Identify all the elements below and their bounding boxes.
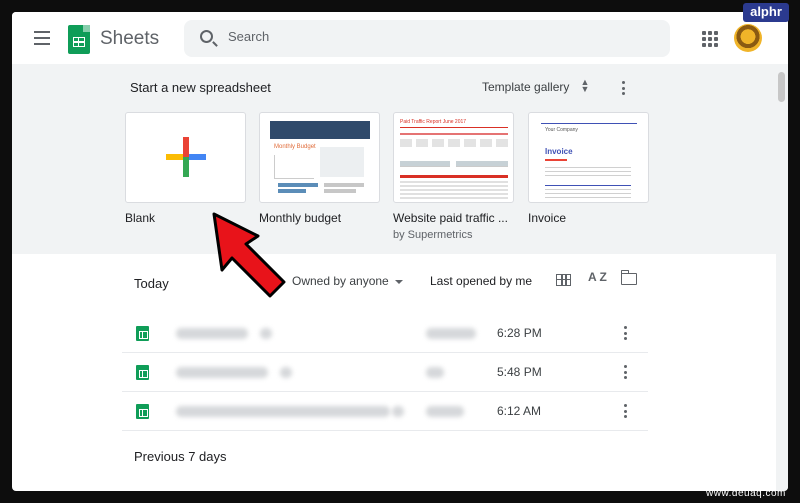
file-more-icon[interactable] (624, 404, 628, 420)
vertical-scrollbar[interactable] (776, 64, 788, 491)
template-author: by Supermetrics (393, 229, 473, 241)
file-last-opened: 5:48 PM (497, 365, 542, 379)
file-more-icon[interactable] (624, 365, 628, 381)
sort-by-dropdown[interactable]: Last opened by me (430, 274, 532, 288)
thumb-invoice-title: Invoice (545, 147, 573, 156)
owner-filter-dropdown[interactable]: Owned by anyone (292, 274, 403, 288)
alphr-badge: alphr (743, 3, 789, 22)
template-thumbnail[interactable]: Your Company Invoice (528, 112, 649, 203)
top-header: Sheets (12, 12, 788, 64)
template-invoice[interactable]: Your Company Invoice Invoice (528, 112, 649, 225)
red-arrow-annotation (212, 212, 286, 298)
blurred-shared-icon (392, 406, 404, 417)
owner-filter-label: Owned by anyone (292, 274, 389, 288)
watermark-text: www.deuaq.com (706, 488, 786, 499)
template-thumbnail[interactable]: Paid Traffic Report June 2017 (393, 112, 514, 203)
thumb-budget-title: Monthly Budget (274, 144, 316, 150)
hamburger-menu-icon[interactable] (34, 31, 50, 45)
plus-icon (166, 137, 206, 177)
file-row[interactable]: 6:12 AM (122, 392, 648, 431)
file-more-icon[interactable] (624, 326, 628, 342)
thumb-invoice-company: Your Company (545, 127, 578, 133)
sheets-logo-icon[interactable] (68, 25, 90, 54)
template-name: Invoice (528, 211, 567, 225)
grid-view-icon[interactable] (556, 274, 571, 286)
unfold-more-icon[interactable]: ▲ ▼ (580, 78, 590, 95)
thumb-traffic-title: Paid Traffic Report June 2017 (400, 119, 467, 125)
open-file-picker-icon[interactable] (620, 270, 637, 285)
template-thumbnail[interactable] (125, 112, 246, 203)
template-blank[interactable]: Blank (125, 112, 246, 225)
search-icon[interactable] (200, 30, 213, 43)
blurred-file-name (176, 367, 268, 378)
section-previous-7-days: Previous 7 days (134, 449, 227, 464)
blurred-file-name (176, 406, 390, 417)
google-apps-icon[interactable] (702, 31, 718, 47)
file-last-opened: 6:12 AM (497, 404, 542, 418)
sheets-file-icon (136, 404, 149, 419)
start-new-label: Start a new spreadsheet (130, 80, 271, 95)
app-title[interactable]: Sheets (100, 28, 159, 50)
sheets-file-icon (136, 326, 149, 341)
scrollbar-thumb[interactable] (778, 72, 785, 102)
sort-az-icon[interactable]: A Z (588, 270, 607, 284)
template-more-icon[interactable] (622, 81, 626, 97)
file-row[interactable]: 6:28 PM (122, 314, 648, 353)
blurred-owner (426, 328, 476, 339)
template-website-paid-traffic[interactable]: Paid Traffic Report June 2017 Website pa… (393, 112, 514, 241)
file-row[interactable]: 5:48 PM (122, 353, 648, 392)
app-window: Sheets Start a new spreadsheet Template … (12, 12, 788, 491)
blurred-shared-icon (260, 328, 272, 339)
blurred-file-name (176, 328, 248, 339)
blurred-owner (426, 367, 444, 378)
template-section: Start a new spreadsheet Template gallery… (12, 64, 776, 254)
account-avatar[interactable] (734, 24, 762, 52)
caret-down-icon (394, 279, 403, 284)
blurred-shared-icon (280, 367, 292, 378)
template-thumbnail[interactable]: Monthly Budget (259, 112, 380, 203)
blurred-owner (426, 406, 464, 417)
section-today: Today (134, 276, 169, 291)
template-name: Website paid traffic ... (393, 211, 508, 225)
template-gallery-button[interactable]: Template gallery (482, 80, 569, 94)
sheets-file-icon (136, 365, 149, 380)
file-last-opened: 6:28 PM (497, 326, 542, 340)
template-monthly-budget[interactable]: Monthly Budget Monthly budget (259, 112, 380, 225)
search-input[interactable] (228, 29, 648, 44)
search-bar[interactable] (184, 20, 670, 57)
